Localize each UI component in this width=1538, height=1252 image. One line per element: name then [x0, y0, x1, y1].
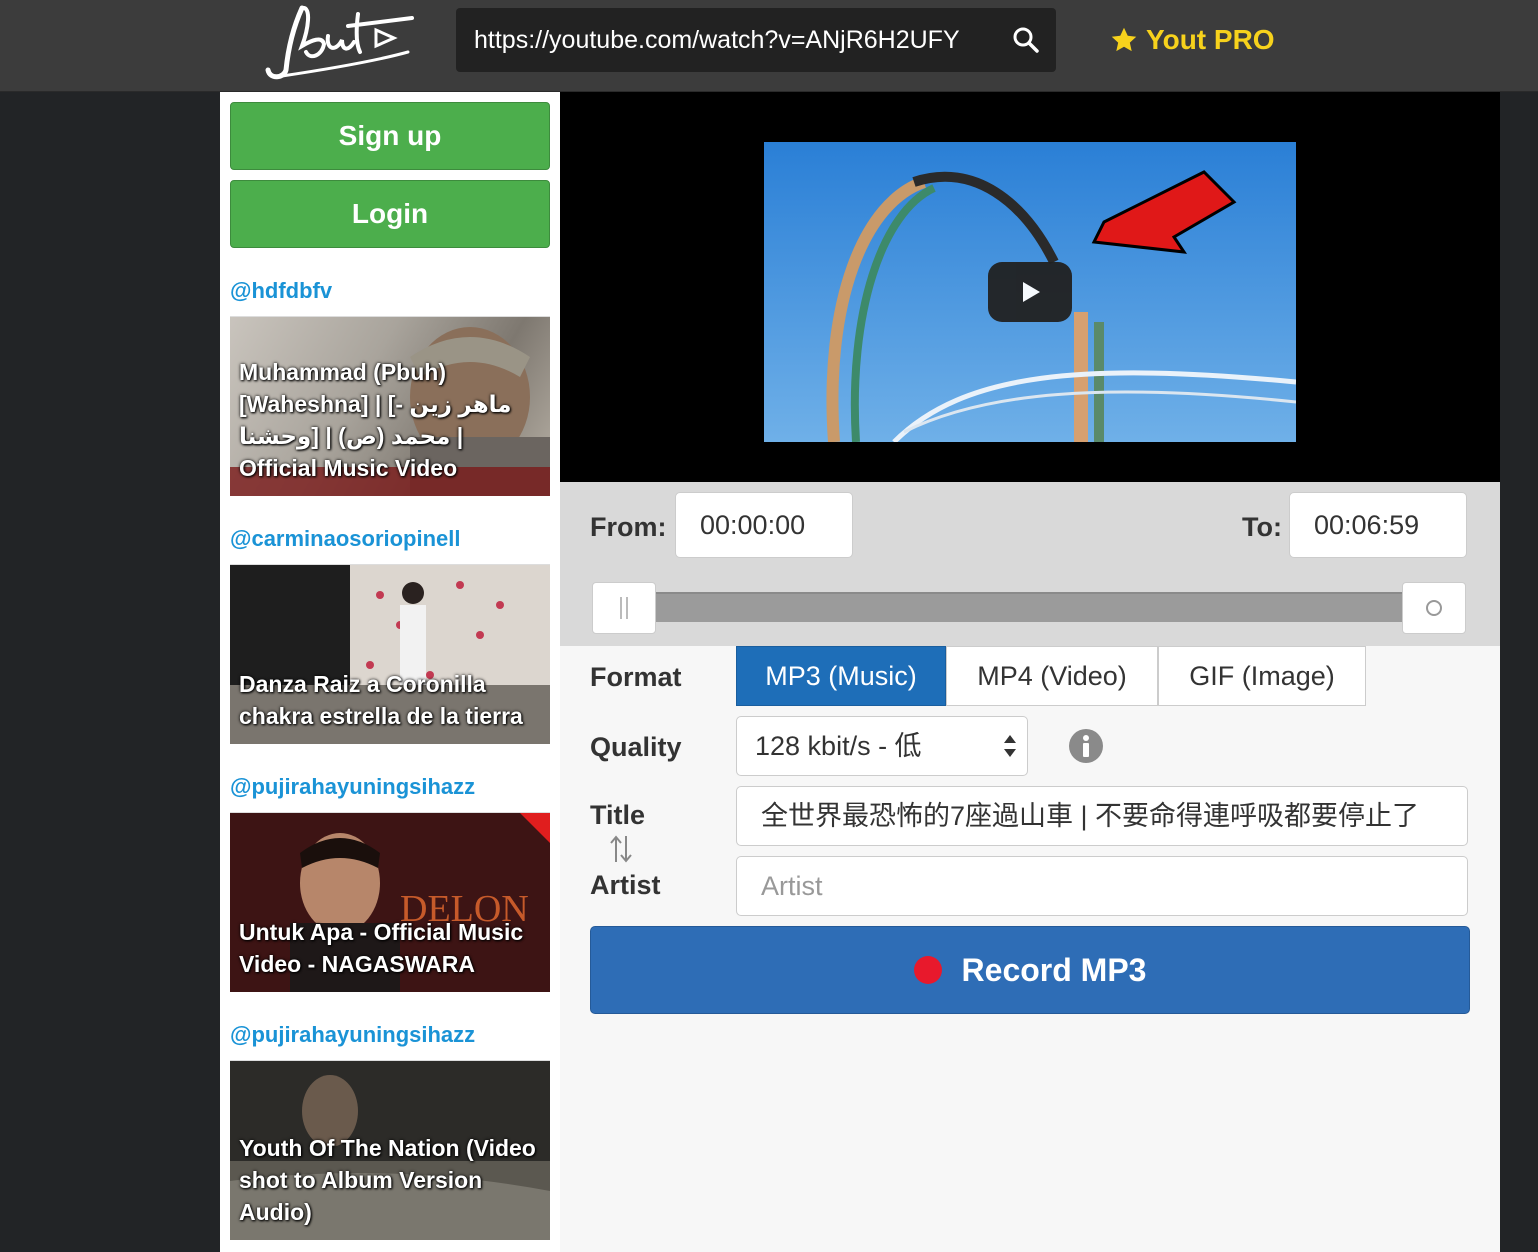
url-input[interactable]: https://youtube.com/watch?v=ANjR6H2UFY	[456, 8, 1056, 72]
video-title: Untuk Apa - Official Music Video - NAGAS…	[239, 919, 524, 977]
artist-input[interactable]: Artist	[736, 856, 1468, 916]
format-gif-button[interactable]: GIF (Image)	[1158, 646, 1366, 706]
sidebar: Sign up Login @hdfdbfv Muhammad (Pbuh) […	[220, 92, 560, 1252]
yout-logo[interactable]	[262, 0, 414, 84]
format-label: Format	[590, 662, 682, 692]
star-icon	[1111, 27, 1137, 52]
feed-user-link[interactable]: @carminaosoriopinell	[230, 526, 461, 552]
video-preview[interactable]	[764, 142, 1296, 442]
video-thumbnail[interactable]: Muhammad (Pbuh) [Waheshna] | [ماهر زين -…	[230, 316, 550, 496]
title-label: Title	[590, 800, 646, 830]
signup-button[interactable]: Sign up	[230, 102, 550, 170]
feed-user-link[interactable]: @pujirahayuningsihazz	[230, 1022, 475, 1048]
video-title: Danza Raiz a Coronilla chakra estrella d…	[239, 671, 523, 729]
main-panel: From: 00:00:00 To: 00:06:59 Format MP3 (…	[560, 92, 1500, 1252]
from-label: From:	[590, 512, 667, 542]
login-button[interactable]: Login	[230, 180, 550, 248]
quality-value: 128 kbit/s - 低	[755, 731, 922, 761]
record-icon	[913, 956, 942, 984]
yout-pro-link[interactable]: Yout PRO	[1110, 22, 1275, 58]
trim-slider-start-handle[interactable]	[592, 582, 656, 634]
search-icon[interactable]	[1012, 26, 1040, 54]
play-button[interactable]	[988, 262, 1072, 322]
format-mp3-button[interactable]: MP3 (Music)	[736, 646, 946, 706]
select-arrows-icon	[1004, 735, 1016, 757]
title-input[interactable]: 全世界最恐怖的7座過山車 | 不要命得連呼吸都要停止了	[736, 786, 1468, 846]
quality-label: Quality	[590, 732, 682, 762]
grip-icon	[620, 597, 628, 619]
trim-slider-end-handle[interactable]	[1402, 582, 1466, 634]
url-text: https://youtube.com/watch?v=ANjR6H2UFY	[474, 26, 960, 54]
info-icon[interactable]	[1068, 728, 1104, 764]
video-thumbnail[interactable]: Youth Of The Nation (Video shot to Album…	[230, 1060, 550, 1240]
record-mp3-button[interactable]: Record MP3	[590, 926, 1470, 1014]
swap-title-artist-icon[interactable]	[610, 834, 632, 864]
to-time-input[interactable]: 00:06:59	[1289, 492, 1467, 558]
video-title: Muhammad (Pbuh) [Waheshna] | [ماهر زين -…	[239, 359, 512, 481]
video-player[interactable]	[560, 92, 1500, 482]
video-thumbnail[interactable]: Danza Raiz a Coronilla chakra estrella d…	[230, 564, 550, 744]
trim-slider-track[interactable]	[656, 592, 1402, 622]
trim-range-bar: From: 00:00:00 To: 00:06:59	[560, 482, 1500, 646]
top-bar: https://youtube.com/watch?v=ANjR6H2UFY Y…	[0, 0, 1538, 92]
artist-label: Artist	[590, 870, 661, 900]
video-thumbnail[interactable]: DELON Untuk Apa - Official Music Video -…	[230, 812, 550, 992]
quality-select[interactable]: 128 kbit/s - 低	[736, 716, 1028, 776]
pro-label: Yout PRO	[1146, 24, 1275, 55]
format-selector: MP3 (Music) MP4 (Video) GIF (Image)	[736, 646, 1366, 706]
from-time-input[interactable]: 00:00:00	[675, 492, 853, 558]
to-label: To:	[1242, 512, 1282, 542]
feed-user-link[interactable]: @hdfdbfv	[230, 278, 332, 304]
video-title: Youth Of The Nation (Video shot to Album…	[239, 1135, 536, 1225]
format-mp4-button[interactable]: MP4 (Video)	[946, 646, 1158, 706]
record-label: Record MP3	[961, 951, 1147, 988]
feed-user-link[interactable]: @pujirahayuningsihazz	[230, 774, 475, 800]
circle-handle-icon	[1426, 600, 1442, 616]
play-icon	[1023, 282, 1040, 302]
